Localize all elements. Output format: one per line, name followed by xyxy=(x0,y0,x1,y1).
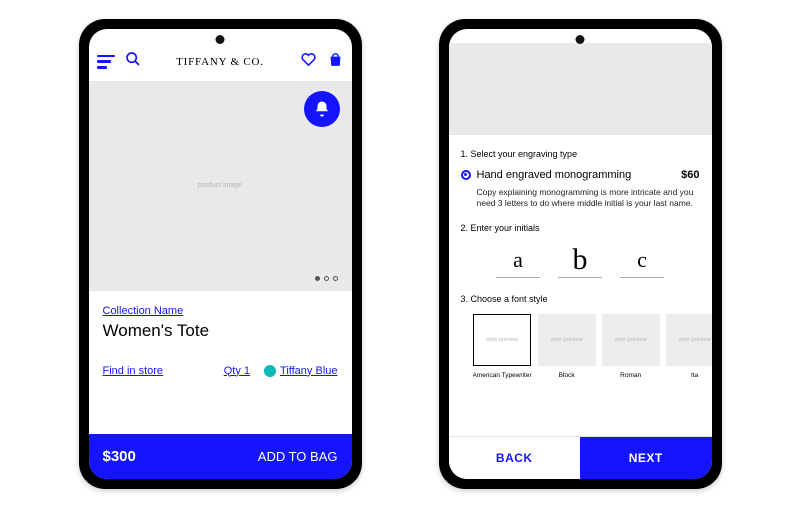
product-image-placeholder-text: product image xyxy=(198,182,242,189)
step-1-label: 1. Select your engraving type xyxy=(461,149,700,159)
font-preview: style preview xyxy=(666,314,712,366)
device-frame-left: TIFFANY & CO. product image Collection N… xyxy=(79,19,362,489)
font-tile[interactable]: style preview Ita xyxy=(666,314,712,379)
font-preview: style preview xyxy=(602,314,660,366)
font-style-row: style preview American Typewriter style … xyxy=(473,314,712,379)
font-tile[interactable]: style preview Roman xyxy=(602,314,660,379)
engraving-option-label: Hand engraved monogramming xyxy=(477,169,676,181)
initials-row xyxy=(461,243,700,278)
notification-fab[interactable] xyxy=(304,91,340,127)
bell-icon xyxy=(313,100,331,118)
carousel-dot[interactable] xyxy=(324,276,329,281)
engraving-option-price: $60 xyxy=(681,169,699,181)
brand-wordmark: TIFFANY & CO. xyxy=(151,56,290,68)
engraving-body: 1. Select your engraving type Hand engra… xyxy=(449,135,712,436)
radio-selected-icon xyxy=(461,170,471,180)
engraving-option-row[interactable]: Hand engraved monogramming $60 xyxy=(461,169,700,181)
font-name-label: Ita xyxy=(691,372,698,379)
font-tile[interactable]: style preview Block xyxy=(538,314,596,379)
screen-engraving: 1. Select your engraving type Hand engra… xyxy=(449,29,712,479)
find-in-store-link[interactable]: Find in store xyxy=(103,365,164,377)
product-image-area[interactable]: product image xyxy=(89,81,352,291)
carousel-dots[interactable] xyxy=(315,276,338,281)
price-label: $300 xyxy=(103,448,136,465)
engraving-option-description: Copy explaining monogramming is more int… xyxy=(461,187,700,210)
font-name-label: Block xyxy=(559,372,575,379)
screen-product: TIFFANY & CO. product image Collection N… xyxy=(89,29,352,479)
back-button[interactable]: BACK xyxy=(449,437,581,479)
color-swatch[interactable]: Tiffany Blue xyxy=(264,365,337,377)
product-body: Collection Name Women's Tote Find in sto… xyxy=(89,291,352,434)
heart-icon[interactable] xyxy=(300,51,317,73)
font-name-label: American Typewriter xyxy=(473,372,532,379)
swatch-dot-icon xyxy=(264,365,276,377)
engraving-hero-image xyxy=(449,43,712,135)
shopping-bag-icon[interactable] xyxy=(327,51,344,73)
swatch-label: Tiffany Blue xyxy=(280,365,337,377)
search-icon[interactable] xyxy=(125,51,141,72)
font-name-label: Roman xyxy=(620,372,641,379)
font-preview: style preview xyxy=(538,314,596,366)
initial-input-3[interactable] xyxy=(620,243,664,278)
product-title: Women's Tote xyxy=(103,321,338,341)
qty-selector[interactable]: Qty 1 xyxy=(224,365,250,377)
app-top-bar: TIFFANY & CO. xyxy=(89,43,352,81)
carousel-dot[interactable] xyxy=(333,276,338,281)
initial-input-2[interactable] xyxy=(558,243,602,278)
collection-link[interactable]: Collection Name xyxy=(103,305,338,317)
nav-row: BACK NEXT xyxy=(449,436,712,479)
device-frame-right: 1. Select your engraving type Hand engra… xyxy=(439,19,722,489)
font-tile[interactable]: style preview American Typewriter xyxy=(473,314,532,379)
camera-dot xyxy=(576,35,585,44)
carousel-dot[interactable] xyxy=(315,276,320,281)
add-to-bag-button[interactable]: ADD TO BAG xyxy=(258,449,338,464)
font-preview: style preview xyxy=(473,314,531,366)
initial-input-1[interactable] xyxy=(496,243,540,278)
buy-bar: $300 ADD TO BAG xyxy=(89,434,352,479)
step-3-label: 3. Choose a font style xyxy=(461,294,700,304)
next-button[interactable]: NEXT xyxy=(580,437,712,479)
menu-icon[interactable] xyxy=(97,55,115,69)
camera-dot xyxy=(216,35,225,44)
product-meta-row: Find in store Qty 1 Tiffany Blue xyxy=(103,365,338,377)
step-2-label: 2. Enter your initials xyxy=(461,223,700,233)
